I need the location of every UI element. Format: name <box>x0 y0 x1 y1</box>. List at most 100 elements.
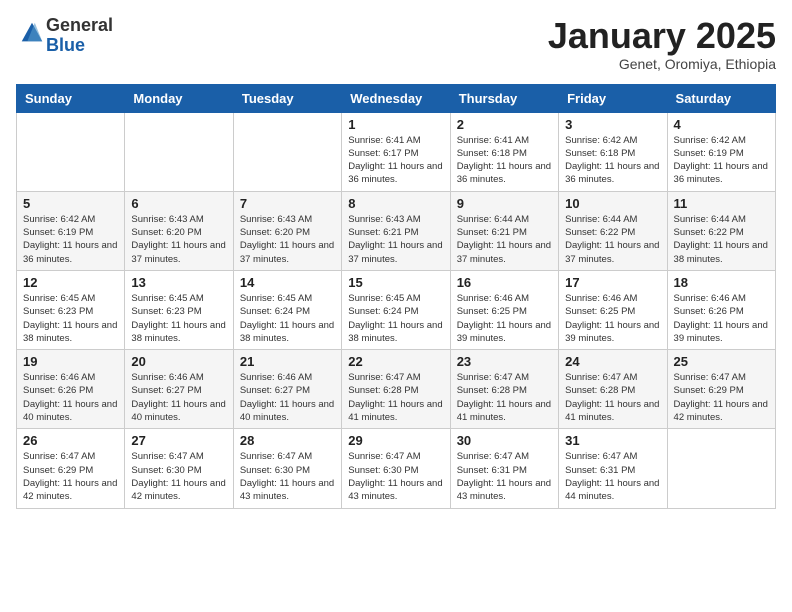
logo-icon <box>18 19 46 47</box>
calendar-cell: 6 Sunrise: 6:43 AM Sunset: 6:20 PM Daylig… <box>125 191 233 270</box>
calendar-cell: 27Sunrise: 6:47 AM Sunset: 6:30 PM Dayli… <box>125 429 233 508</box>
day-info: Sunrise: 6:47 AM Sunset: 6:28 PM Dayligh… <box>348 371 443 424</box>
day-number: 4 <box>674 117 769 132</box>
day-info: Sunrise: 6:47 AM Sunset: 6:29 PM Dayligh… <box>674 371 769 424</box>
day-info: Sunrise: 6:47 AM Sunset: 6:28 PM Dayligh… <box>565 371 660 424</box>
calendar-cell: 24 Sunrise: 6:47 AM Sunset: 6:28 PM Dayli… <box>559 350 667 429</box>
calendar-cell: 15Sunrise: 6:45 AM Sunset: 6:24 PM Dayli… <box>342 270 450 349</box>
calendar-cell: 8 Sunrise: 6:43 AM Sunset: 6:21 PM Daylig… <box>342 191 450 270</box>
day-info: Sunrise: 6:42 AM Sunset: 6:18 PM Dayligh… <box>565 134 660 187</box>
calendar-header-sunday: Sunday <box>17 84 125 112</box>
calendar-cell: 2Sunrise: 6:41 AM Sunset: 6:18 PM Daylig… <box>450 112 558 191</box>
calendar-cell <box>17 112 125 191</box>
day-number: 12 <box>23 275 118 290</box>
calendar-cell: 26 Sunrise: 6:47 AM Sunset: 6:29 PM Dayli… <box>17 429 125 508</box>
logo: General Blue <box>16 16 113 56</box>
calendar-week-row: 5 Sunrise: 6:42 AM Sunset: 6:19 PM Daylig… <box>17 191 776 270</box>
day-info: Sunrise: 6:47 AM Sunset: 6:28 PM Dayligh… <box>457 371 552 424</box>
day-info: Sunrise: 6:47 AM Sunset: 6:29 PM Dayligh… <box>23 450 118 503</box>
calendar-cell: 16Sunrise: 6:46 AM Sunset: 6:25 PM Dayli… <box>450 270 558 349</box>
day-number: 30 <box>457 433 552 448</box>
calendar-cell: 28 Sunrise: 6:47 AM Sunset: 6:30 PM Dayli… <box>233 429 341 508</box>
calendar-cell: 11Sunrise: 6:44 AM Sunset: 6:22 PM Dayli… <box>667 191 775 270</box>
day-number: 10 <box>565 196 660 211</box>
day-number: 31 <box>565 433 660 448</box>
calendar-header-row: SundayMondayTuesdayWednesdayThursdayFrid… <box>17 84 776 112</box>
day-info: Sunrise: 6:44 AM Sunset: 6:22 PM Dayligh… <box>565 213 660 266</box>
day-number: 5 <box>23 196 118 211</box>
day-info: Sunrise: 6:42 AM Sunset: 6:19 PM Dayligh… <box>23 213 118 266</box>
calendar-week-row: 19 Sunrise: 6:46 AM Sunset: 6:26 PM Dayli… <box>17 350 776 429</box>
day-number: 20 <box>131 354 226 369</box>
day-number: 19 <box>23 354 118 369</box>
calendar-cell: 9 Sunrise: 6:44 AM Sunset: 6:21 PM Daylig… <box>450 191 558 270</box>
day-number: 22 <box>348 354 443 369</box>
day-info: Sunrise: 6:45 AM Sunset: 6:24 PM Dayligh… <box>240 292 335 345</box>
calendar-header-saturday: Saturday <box>667 84 775 112</box>
calendar-cell: 21Sunrise: 6:46 AM Sunset: 6:27 PM Dayli… <box>233 350 341 429</box>
calendar-cell: 12 Sunrise: 6:45 AM Sunset: 6:23 PM Dayli… <box>17 270 125 349</box>
day-info: Sunrise: 6:43 AM Sunset: 6:20 PM Dayligh… <box>240 213 335 266</box>
day-info: Sunrise: 6:41 AM Sunset: 6:18 PM Dayligh… <box>457 134 552 187</box>
day-number: 24 <box>565 354 660 369</box>
calendar-header-tuesday: Tuesday <box>233 84 341 112</box>
day-info: Sunrise: 6:47 AM Sunset: 6:31 PM Dayligh… <box>565 450 660 503</box>
title-block: January 2025 Genet, Oromiya, Ethiopia <box>548 16 776 72</box>
calendar-cell: 19 Sunrise: 6:46 AM Sunset: 6:26 PM Dayli… <box>17 350 125 429</box>
calendar-cell: 14 Sunrise: 6:45 AM Sunset: 6:24 PM Dayli… <box>233 270 341 349</box>
calendar-table: SundayMondayTuesdayWednesdayThursdayFrid… <box>16 84 776 509</box>
day-number: 23 <box>457 354 552 369</box>
calendar-cell: 25 Sunrise: 6:47 AM Sunset: 6:29 PM Dayli… <box>667 350 775 429</box>
day-info: Sunrise: 6:41 AM Sunset: 6:17 PM Dayligh… <box>348 134 443 187</box>
calendar-cell <box>233 112 341 191</box>
day-info: Sunrise: 6:45 AM Sunset: 6:23 PM Dayligh… <box>131 292 226 345</box>
calendar-header-friday: Friday <box>559 84 667 112</box>
day-info: Sunrise: 6:45 AM Sunset: 6:23 PM Dayligh… <box>23 292 118 345</box>
page-header: General Blue January 2025 Genet, Oromiya… <box>16 16 776 72</box>
calendar-week-row: 26 Sunrise: 6:47 AM Sunset: 6:29 PM Dayli… <box>17 429 776 508</box>
calendar-cell: 1 Sunrise: 6:41 AM Sunset: 6:17 PM Daylig… <box>342 112 450 191</box>
calendar-cell: 3 Sunrise: 6:42 AM Sunset: 6:18 PM Daylig… <box>559 112 667 191</box>
day-info: Sunrise: 6:46 AM Sunset: 6:26 PM Dayligh… <box>674 292 769 345</box>
day-number: 26 <box>23 433 118 448</box>
day-info: Sunrise: 6:42 AM Sunset: 6:19 PM Dayligh… <box>674 134 769 187</box>
day-number: 14 <box>240 275 335 290</box>
calendar-cell: 7 Sunrise: 6:43 AM Sunset: 6:20 PM Daylig… <box>233 191 341 270</box>
calendar-week-row: 12 Sunrise: 6:45 AM Sunset: 6:23 PM Dayli… <box>17 270 776 349</box>
day-info: Sunrise: 6:44 AM Sunset: 6:21 PM Dayligh… <box>457 213 552 266</box>
calendar-cell: 29Sunrise: 6:47 AM Sunset: 6:30 PM Dayli… <box>342 429 450 508</box>
day-info: Sunrise: 6:46 AM Sunset: 6:27 PM Dayligh… <box>131 371 226 424</box>
day-number: 17 <box>565 275 660 290</box>
day-number: 15 <box>348 275 443 290</box>
logo-general-text: General <box>46 15 113 35</box>
day-info: Sunrise: 6:43 AM Sunset: 6:21 PM Dayligh… <box>348 213 443 266</box>
day-number: 13 <box>131 275 226 290</box>
calendar-cell: 20 Sunrise: 6:46 AM Sunset: 6:27 PM Dayli… <box>125 350 233 429</box>
calendar-cell: 13 Sunrise: 6:45 AM Sunset: 6:23 PM Dayli… <box>125 270 233 349</box>
location-text: Genet, Oromiya, Ethiopia <box>548 56 776 72</box>
day-number: 29 <box>348 433 443 448</box>
day-info: Sunrise: 6:46 AM Sunset: 6:25 PM Dayligh… <box>565 292 660 345</box>
day-number: 8 <box>348 196 443 211</box>
calendar-cell: 18Sunrise: 6:46 AM Sunset: 6:26 PM Dayli… <box>667 270 775 349</box>
day-number: 7 <box>240 196 335 211</box>
calendar-cell: 5 Sunrise: 6:42 AM Sunset: 6:19 PM Daylig… <box>17 191 125 270</box>
calendar-cell: 22 Sunrise: 6:47 AM Sunset: 6:28 PM Dayli… <box>342 350 450 429</box>
day-number: 3 <box>565 117 660 132</box>
day-number: 25 <box>674 354 769 369</box>
month-title: January 2025 <box>548 16 776 56</box>
calendar-cell: 17 Sunrise: 6:46 AM Sunset: 6:25 PM Dayli… <box>559 270 667 349</box>
day-info: Sunrise: 6:47 AM Sunset: 6:30 PM Dayligh… <box>240 450 335 503</box>
day-number: 1 <box>348 117 443 132</box>
day-number: 28 <box>240 433 335 448</box>
day-info: Sunrise: 6:46 AM Sunset: 6:26 PM Dayligh… <box>23 371 118 424</box>
calendar-cell: 31 Sunrise: 6:47 AM Sunset: 6:31 PM Dayli… <box>559 429 667 508</box>
calendar-cell <box>125 112 233 191</box>
calendar-cell <box>667 429 775 508</box>
day-number: 9 <box>457 196 552 211</box>
day-number: 21 <box>240 354 335 369</box>
day-number: 27 <box>131 433 226 448</box>
day-number: 6 <box>131 196 226 211</box>
day-info: Sunrise: 6:43 AM Sunset: 6:20 PM Dayligh… <box>131 213 226 266</box>
calendar-header-monday: Monday <box>125 84 233 112</box>
